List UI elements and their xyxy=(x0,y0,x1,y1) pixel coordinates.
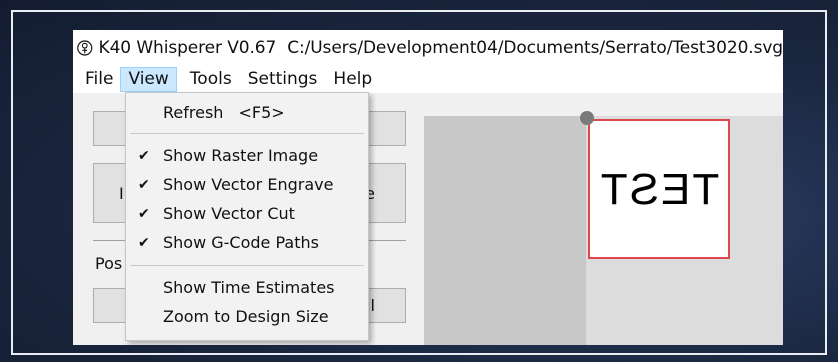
menu-item-label: Zoom to Design Size xyxy=(163,307,329,326)
menu-item-refresh[interactable]: Refresh <F5> xyxy=(126,100,368,126)
menu-file[interactable]: File xyxy=(73,67,120,92)
menu-item-show-gcode-paths[interactable]: ✔ Show G-Code Paths xyxy=(126,230,368,256)
app-logo-icon xyxy=(77,40,93,56)
menu-item-label: Show Vector Engrave xyxy=(163,175,334,194)
view-menu-dropdown: Refresh <F5> ✔ Show Raster Image ✔ Show … xyxy=(125,92,369,341)
left-action-button-label: I xyxy=(119,183,124,203)
menu-item-show-raster-image[interactable]: ✔ Show Raster Image xyxy=(126,143,368,169)
window-title: K40 Whisperer V0.67 xyxy=(98,38,277,58)
menu-separator xyxy=(130,265,364,266)
check-icon: ✔ xyxy=(138,206,150,222)
menu-separator xyxy=(130,133,364,134)
origin-marker xyxy=(580,111,594,125)
check-icon: ✔ xyxy=(138,148,150,164)
menu-item-label: Show Raster Image xyxy=(163,146,319,165)
position-label: Pos xyxy=(95,254,123,273)
app-window: K40 Whisperer V0.67 C:/Users/Development… xyxy=(73,30,783,345)
design-text: TEST xyxy=(598,165,720,214)
check-icon: ✔ xyxy=(138,235,150,251)
menu-item-label: Show G-Code Paths xyxy=(163,233,319,252)
menu-item-label: Show Vector Cut xyxy=(163,204,295,223)
refresh-shortcut: <F5> xyxy=(238,103,285,122)
menu-view[interactable]: View xyxy=(120,67,177,92)
menu-bar: File View Tools Settings Help xyxy=(73,66,783,93)
refresh-label: Refresh xyxy=(163,103,224,122)
menu-item-show-vector-cut[interactable]: ✔ Show Vector Cut xyxy=(126,201,368,227)
menu-settings[interactable]: Settings xyxy=(241,67,325,92)
menu-tools[interactable]: Tools xyxy=(183,67,239,92)
design-bounding-box: TEST xyxy=(588,119,730,259)
menu-item-show-time-estimates[interactable]: Show Time Estimates xyxy=(126,275,368,301)
menu-item-zoom-to-design-size[interactable]: Zoom to Design Size xyxy=(126,304,368,330)
design-canvas[interactable]: TEST xyxy=(424,111,783,345)
menu-help[interactable]: Help xyxy=(326,67,379,92)
check-icon: ✔ xyxy=(138,177,150,193)
menu-item-label: Show Time Estimates xyxy=(163,278,335,297)
menu-item-show-vector-engrave[interactable]: ✔ Show Vector Engrave xyxy=(126,172,368,198)
title-bar: K40 Whisperer V0.67 C:/Users/Development… xyxy=(73,30,783,66)
window-file-path: C:/Users/Development04/Documents/Serrato… xyxy=(287,38,783,58)
